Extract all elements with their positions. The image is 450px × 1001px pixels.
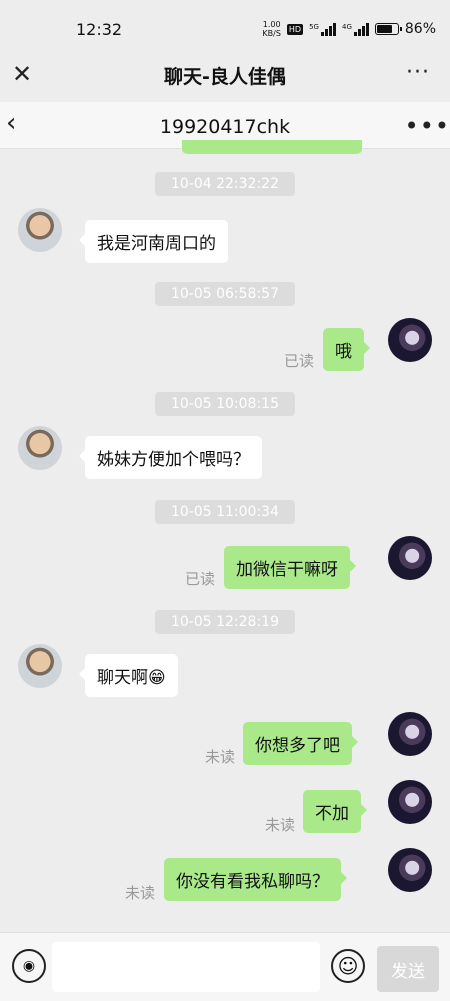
network-speed: 1.00 KB/S — [262, 20, 281, 38]
network-5g-label: 5G — [309, 22, 319, 31]
read-status: 已读 — [284, 352, 315, 370]
contact-avatar[interactable] — [18, 208, 62, 252]
my-avatar[interactable] — [388, 848, 432, 892]
my-avatar[interactable] — [388, 712, 432, 756]
read-status: 未读 — [265, 816, 296, 834]
more-icon[interactable]: ··· — [406, 60, 430, 85]
status-bar: 12:32 1.00 KB/S HD 5G 4G 86% — [0, 0, 450, 58]
status-time: 12:32 — [76, 20, 123, 39]
message-bubble-incoming[interactable]: 姊妹方便加个喂吗？ — [79, 436, 262, 479]
app-bar: ✕ 聊天-良人佳偶 ··· — [0, 58, 450, 94]
status-icons: 1.00 KB/S HD 5G 4G 86% — [262, 20, 436, 38]
voice-icon[interactable]: ◉ — [12, 949, 46, 983]
chat-more-icon[interactable]: ••• — [405, 112, 450, 140]
previous-message-bubble — [182, 140, 362, 154]
contact-avatar[interactable] — [18, 426, 62, 470]
message-bubble-outgoing[interactable]: 你没有看我私聊吗？ — [164, 858, 347, 901]
signal-5g-icon: 5G — [309, 22, 336, 36]
timestamp: 10-05 10:08:15 — [0, 392, 450, 416]
send-button[interactable]: 发送 — [377, 946, 439, 992]
my-avatar[interactable] — [388, 318, 432, 362]
timestamp: 10-04 22:32:22 — [0, 172, 450, 196]
message-bubble-outgoing[interactable]: 加微信干嘛呀 — [224, 546, 356, 589]
network-speed-value: 1.00 — [262, 20, 281, 29]
network-4g-label: 4G — [341, 22, 352, 31]
message-bubble-incoming[interactable]: 我是河南周口的 — [79, 220, 228, 263]
battery-icon — [374, 23, 402, 35]
my-avatar[interactable] — [388, 780, 432, 824]
signal-4g-icon: 4G — [341, 22, 369, 36]
emoji-icon[interactable]: ☺ — [331, 949, 365, 983]
message-bubble-incoming[interactable]: 聊天啊😁 — [79, 654, 178, 697]
message-bubble-outgoing[interactable]: 你想多了吧 — [243, 722, 358, 765]
timestamp: 10-05 12:28:19 — [0, 610, 450, 634]
message-bubble-outgoing[interactable]: 不加 — [303, 790, 367, 833]
chat-title: 19920417chk — [159, 116, 291, 138]
timestamp: 10-05 11:00:34 — [0, 500, 450, 524]
battery-percent: 86% — [404, 21, 436, 37]
contact-avatar[interactable] — [18, 644, 62, 688]
message-input[interactable] — [52, 942, 320, 992]
network-speed-unit: KB/S — [262, 29, 281, 38]
read-status: 已读 — [185, 570, 216, 588]
timestamp: 10-05 06:58:57 — [0, 282, 450, 306]
my-avatar[interactable] — [388, 536, 432, 580]
app-title: 聊天-良人佳偶 — [164, 66, 286, 88]
read-status: 未读 — [205, 748, 236, 766]
message-bubble-outgoing[interactable]: 哦 — [323, 328, 370, 371]
hd-icon: HD — [286, 23, 304, 35]
input-bar: ◉ ☺ 发送 — [0, 932, 450, 1001]
read-status: 未读 — [125, 884, 156, 902]
